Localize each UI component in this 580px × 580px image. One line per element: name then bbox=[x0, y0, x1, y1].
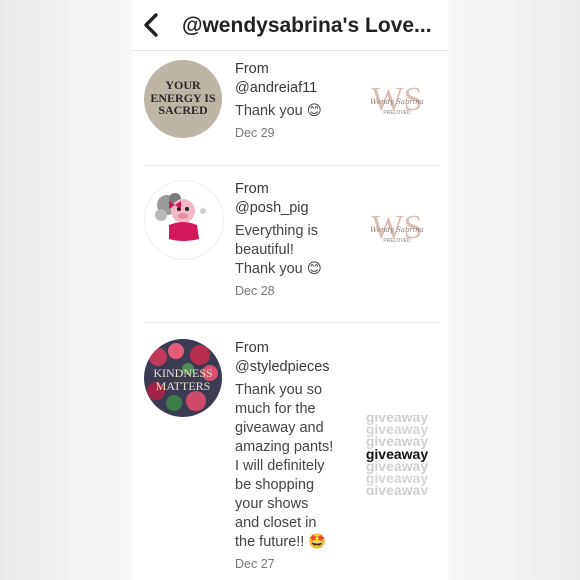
app-screen: @wendysabrina's Love... YOUR ENERGY IS S… bbox=[132, 0, 448, 580]
love-note-item: From @posh_pig Everything is beautiful! … bbox=[132, 166, 448, 323]
message-line: giveaway and bbox=[235, 420, 324, 436]
listing-thumbnail[interactable]: WS Wendy Sabrina PRELOVED bbox=[358, 72, 436, 150]
from-label: From bbox=[235, 181, 269, 197]
message-line: amazing pants! bbox=[235, 439, 334, 455]
avatar[interactable]: YOUR ENERGY IS SACRED bbox=[144, 60, 222, 138]
message-line: the future!! 🤩 bbox=[235, 534, 327, 550]
message-line: your shows bbox=[235, 496, 309, 512]
message-line: Thank you 😊 bbox=[235, 261, 322, 277]
avatar[interactable] bbox=[144, 180, 224, 260]
message-text: Thank you 😊 bbox=[235, 103, 322, 119]
love-note-item: KINDNESS MATTERS From @styledpieces Than… bbox=[132, 323, 448, 580]
message-text: Thank you so much for the giveaway and a… bbox=[235, 381, 353, 552]
sender-handle-link[interactable]: @styledpieces bbox=[235, 358, 353, 377]
page-title: @wendysabrina's Love... bbox=[182, 14, 432, 37]
sender-handle-link[interactable]: @posh_pig bbox=[235, 199, 350, 218]
message-line: I will definitely bbox=[235, 458, 325, 474]
thumb-tag: PRELOVED bbox=[383, 238, 411, 244]
note-date: Dec 29 bbox=[235, 126, 275, 140]
avatar-text-line: YOUR bbox=[165, 78, 201, 92]
avatar-text-line: SACRED bbox=[158, 103, 208, 117]
back-chevron-icon[interactable] bbox=[140, 12, 164, 38]
thumb-tag: PRELOVED bbox=[383, 110, 411, 116]
note-date: Dec 27 bbox=[235, 557, 275, 571]
thumb-sub: Wendy Sabrina bbox=[370, 226, 424, 234]
message-line: and closet in bbox=[235, 515, 317, 531]
message-line: be shopping bbox=[235, 477, 315, 493]
love-note-item: YOUR ENERGY IS SACRED From @andreiaf11 T… bbox=[132, 50, 448, 166]
thumb-word-faded: giveaway bbox=[366, 482, 428, 495]
thumb-sub: Wendy Sabrina bbox=[370, 98, 424, 106]
listing-thumbnail[interactable]: WS Wendy Sabrina PRELOVED bbox=[358, 200, 436, 278]
sender-handle-link[interactable]: @andreiaf11 bbox=[235, 79, 350, 98]
background-blur-right bbox=[448, 0, 580, 580]
from-label: From bbox=[235, 340, 269, 356]
from-label: From bbox=[235, 61, 269, 77]
background-blur-left bbox=[0, 0, 132, 580]
header-bar: @wendysabrina's Love... bbox=[132, 0, 448, 51]
message-line: Thank you so bbox=[235, 382, 323, 398]
message-text: Everything is beautiful! Thank you 😊 bbox=[235, 222, 350, 279]
message-line: beautiful! bbox=[235, 242, 294, 258]
message-line: Everything is bbox=[235, 223, 319, 239]
listing-thumbnail[interactable]: giveaway giveaway giveaway giveaway give… bbox=[358, 409, 436, 498]
message-line: much for the bbox=[235, 401, 316, 417]
avatar[interactable]: KINDNESS MATTERS bbox=[144, 339, 222, 417]
note-date: Dec 28 bbox=[235, 284, 275, 298]
avatar-text-line: MATTERS bbox=[155, 379, 211, 393]
